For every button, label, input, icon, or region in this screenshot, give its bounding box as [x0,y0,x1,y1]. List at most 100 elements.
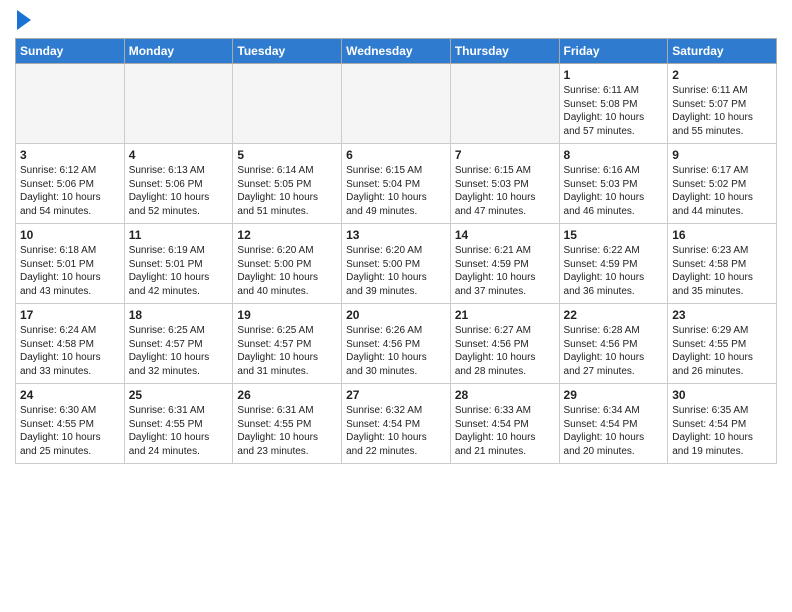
day-number: 17 [20,308,120,322]
cell-text: Sunrise: 6:17 AMSunset: 5:02 PMDaylight:… [672,164,772,218]
calendar-cell: 3 Sunrise: 6:12 AMSunset: 5:06 PMDaylight… [16,144,125,224]
day-number: 13 [346,228,446,242]
cell-text: Sunrise: 6:19 AMSunset: 5:01 PMDaylight:… [129,244,229,298]
calendar-cell: 5Sunrise: 6:14 AMSunset: 5:05 PMDaylight… [233,144,342,224]
day-number: 23 [672,308,772,322]
header [15,10,777,30]
calendar-table: SundayMondayTuesdayWednesdayThursdayFrid… [15,38,777,464]
logo [15,10,31,30]
day-number: 16 [672,228,772,242]
day-header-sunday: Sunday [16,39,125,64]
calendar-cell [16,64,125,144]
calendar-cell: 30 Sunrise: 6:35 AMSunset: 4:54 PMDayligh… [668,384,777,464]
calendar-cell: 19Sunrise: 6:25 AMSunset: 4:57 PMDayligh… [233,304,342,384]
cell-text: Sunrise: 6:32 AMSunset: 4:54 PMDaylight:… [346,404,446,458]
day-number: 8 [564,148,664,162]
day-header-row: SundayMondayTuesdayWednesdayThursdayFrid… [16,39,777,64]
calendar-cell: 1 Sunrise: 6:11 AMSunset: 5:08 PMDaylight… [559,64,668,144]
day-number: 2 [672,68,772,82]
logo-arrow-icon [17,10,31,30]
day-number: 12 [237,228,337,242]
day-number: 4 [129,148,229,162]
calendar-body: 1 Sunrise: 6:11 AMSunset: 5:08 PMDaylight… [16,64,777,464]
calendar-cell: 27 Sunrise: 6:32 AMSunset: 4:54 PMDayligh… [342,384,451,464]
cell-text: Sunrise: 6:25 AMSunset: 4:57 PMDaylight:… [129,324,229,378]
calendar-cell: 14 Sunrise: 6:21 AMSunset: 4:59 PMDayligh… [450,224,559,304]
cell-text: Sunrise: 6:21 AMSunset: 4:59 PMDaylight:… [455,244,555,298]
cell-text: Sunrise: 6:34 AMSunset: 4:54 PMDaylight:… [564,404,664,458]
day-number: 7 [455,148,555,162]
day-header-saturday: Saturday [668,39,777,64]
day-number: 30 [672,388,772,402]
cell-text: Sunrise: 6:15 AMSunset: 5:04 PMDaylight:… [346,164,446,218]
calendar-cell: 7 Sunrise: 6:15 AMSunset: 5:03 PMDaylight… [450,144,559,224]
day-number: 19 [237,308,337,322]
day-header-wednesday: Wednesday [342,39,451,64]
calendar-cell: 18 Sunrise: 6:25 AMSunset: 4:57 PMDayligh… [124,304,233,384]
calendar-cell: 26Sunrise: 6:31 AMSunset: 4:55 PMDayligh… [233,384,342,464]
cell-text: Sunrise: 6:22 AMSunset: 4:59 PMDaylight:… [564,244,664,298]
day-number: 27 [346,388,446,402]
day-number: 3 [20,148,120,162]
cell-text: Sunrise: 6:18 AMSunset: 5:01 PMDaylight:… [20,244,120,298]
cell-text: Sunrise: 6:20 AMSunset: 5:00 PMDaylight:… [346,244,446,298]
calendar-cell: 12 Sunrise: 6:20 AMSunset: 5:00 PMDayligh… [233,224,342,304]
week-row-1: 1 Sunrise: 6:11 AMSunset: 5:08 PMDaylight… [16,64,777,144]
cell-text: Sunrise: 6:11 AMSunset: 5:08 PMDaylight:… [564,84,664,138]
calendar-cell: 24 Sunrise: 6:30 AMSunset: 4:55 PMDayligh… [16,384,125,464]
cell-text: Sunrise: 6:30 AMSunset: 4:55 PMDaylight:… [20,404,120,458]
cell-text: Sunrise: 6:14 AMSunset: 5:05 PMDaylight:… [237,164,337,218]
cell-text: Sunrise: 6:33 AMSunset: 4:54 PMDaylight:… [455,404,555,458]
day-header-thursday: Thursday [450,39,559,64]
cell-text: Sunrise: 6:15 AMSunset: 5:03 PMDaylight:… [455,164,555,218]
cell-text: Sunrise: 6:12 AMSunset: 5:06 PMDaylight:… [20,164,120,218]
day-number: 11 [129,228,229,242]
week-row-2: 3 Sunrise: 6:12 AMSunset: 5:06 PMDaylight… [16,144,777,224]
day-number: 20 [346,308,446,322]
day-number: 25 [129,388,229,402]
cell-text: Sunrise: 6:20 AMSunset: 5:00 PMDaylight:… [237,244,337,298]
day-number: 29 [564,388,664,402]
cell-text: Sunrise: 6:11 AMSunset: 5:07 PMDaylight:… [672,84,772,138]
day-number: 6 [346,148,446,162]
day-number: 26 [237,388,337,402]
day-number: 1 [564,68,664,82]
calendar-cell: 21 Sunrise: 6:27 AMSunset: 4:56 PMDayligh… [450,304,559,384]
day-number: 15 [564,228,664,242]
calendar-cell: 10 Sunrise: 6:18 AMSunset: 5:01 PMDayligh… [16,224,125,304]
cell-text: Sunrise: 6:35 AMSunset: 4:54 PMDaylight:… [672,404,772,458]
cell-text: Sunrise: 6:16 AMSunset: 5:03 PMDaylight:… [564,164,664,218]
calendar-cell: 11 Sunrise: 6:19 AMSunset: 5:01 PMDayligh… [124,224,233,304]
cell-text: Sunrise: 6:28 AMSunset: 4:56 PMDaylight:… [564,324,664,378]
day-number: 14 [455,228,555,242]
cell-text: Sunrise: 6:24 AMSunset: 4:58 PMDaylight:… [20,324,120,378]
calendar-cell: 4 Sunrise: 6:13 AMSunset: 5:06 PMDaylight… [124,144,233,224]
cell-text: Sunrise: 6:13 AMSunset: 5:06 PMDaylight:… [129,164,229,218]
day-number: 22 [564,308,664,322]
calendar-cell [124,64,233,144]
day-number: 21 [455,308,555,322]
cell-text: Sunrise: 6:31 AMSunset: 4:55 PMDaylight:… [129,404,229,458]
calendar-cell: 20Sunrise: 6:26 AMSunset: 4:56 PMDayligh… [342,304,451,384]
week-row-4: 17 Sunrise: 6:24 AMSunset: 4:58 PMDayligh… [16,304,777,384]
day-header-tuesday: Tuesday [233,39,342,64]
calendar-cell: 28Sunrise: 6:33 AMSunset: 4:54 PMDayligh… [450,384,559,464]
calendar-cell: 17 Sunrise: 6:24 AMSunset: 4:58 PMDayligh… [16,304,125,384]
day-number: 24 [20,388,120,402]
calendar-cell: 22 Sunrise: 6:28 AMSunset: 4:56 PMDayligh… [559,304,668,384]
calendar-cell: 9 Sunrise: 6:17 AMSunset: 5:02 PMDaylight… [668,144,777,224]
calendar-cell: 16Sunrise: 6:23 AMSunset: 4:58 PMDayligh… [668,224,777,304]
cell-text: Sunrise: 6:29 AMSunset: 4:55 PMDaylight:… [672,324,772,378]
calendar-cell: 13 Sunrise: 6:20 AMSunset: 5:00 PMDayligh… [342,224,451,304]
week-row-5: 24 Sunrise: 6:30 AMSunset: 4:55 PMDayligh… [16,384,777,464]
calendar-cell [233,64,342,144]
day-number: 10 [20,228,120,242]
cell-text: Sunrise: 6:27 AMSunset: 4:56 PMDaylight:… [455,324,555,378]
day-header-friday: Friday [559,39,668,64]
day-number: 9 [672,148,772,162]
day-number: 18 [129,308,229,322]
calendar-cell [342,64,451,144]
week-row-3: 10 Sunrise: 6:18 AMSunset: 5:01 PMDayligh… [16,224,777,304]
calendar-cell: 29 Sunrise: 6:34 AMSunset: 4:54 PMDayligh… [559,384,668,464]
day-header-monday: Monday [124,39,233,64]
